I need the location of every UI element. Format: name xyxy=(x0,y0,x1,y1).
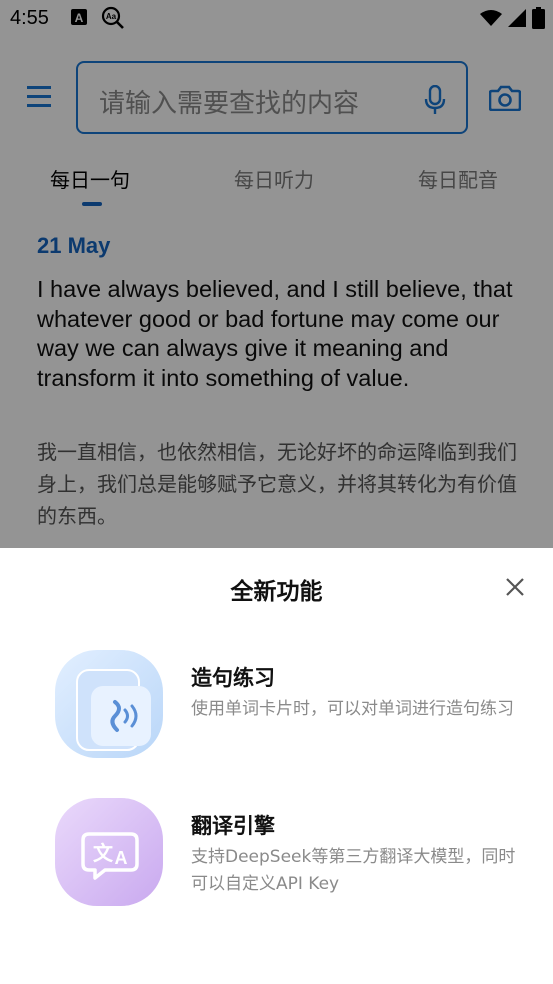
close-icon[interactable] xyxy=(505,577,525,597)
modal-scrim[interactable] xyxy=(0,0,553,548)
sheet-title: 全新功能 xyxy=(230,579,323,605)
feature-description: 支持DeepSeek等第三方翻译大模型，同时可以自定义API Key xyxy=(191,847,516,894)
feature-name: 造句练习 xyxy=(191,666,275,690)
feature-description: 使用单词卡片时，可以对单词进行造句练习 xyxy=(191,699,514,719)
speech-practice-icon xyxy=(55,650,163,758)
app-screen: 4:55 A Aa 请输入需要查找的内容 每日一句 每日听力 每日配音 21 M… xyxy=(0,0,553,984)
translate-icon: 文 A xyxy=(55,798,163,906)
feature-name: 翻译引擎 xyxy=(191,814,275,838)
svg-text:文: 文 xyxy=(93,841,114,865)
feature-item-translation-engine[interactable]: 文 A 翻译引擎 支持DeepSeek等第三方翻译大模型，同时可以自定义API … xyxy=(0,798,553,908)
new-features-sheet: 全新功能 造句练习 使用单词卡片时，可以对单词进行造句练习 文 A 翻译引擎 支… xyxy=(0,548,553,984)
svg-text:A: A xyxy=(115,848,128,868)
feature-item-sentence-practice[interactable]: 造句练习 使用单词卡片时，可以对单词进行造句练习 xyxy=(0,650,553,760)
